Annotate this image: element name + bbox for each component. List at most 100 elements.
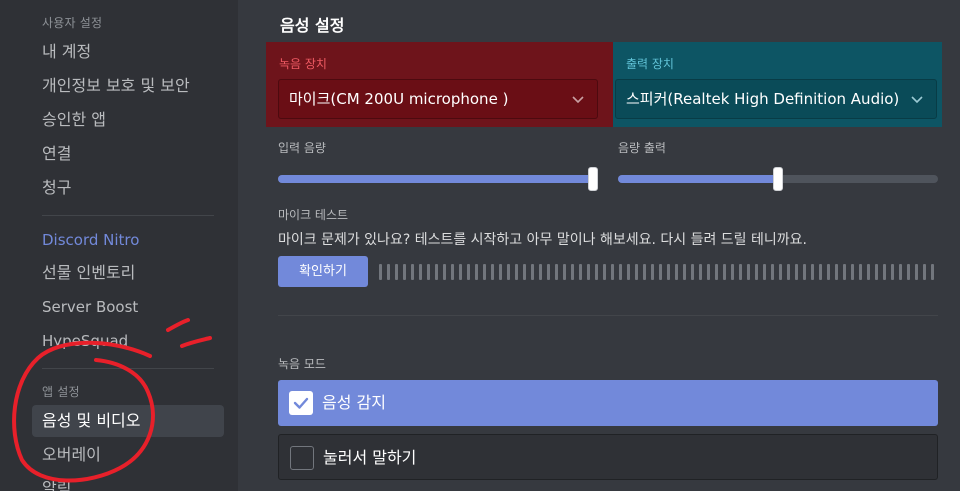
input-device-value: 마이크(CM 200U microphone ) — [289, 90, 509, 108]
input-mode-voice-activity[interactable]: 음성 감지 — [278, 380, 938, 426]
meter-bar — [731, 264, 734, 280]
meter-bar — [875, 264, 878, 280]
output-device-select[interactable]: 스피커(Realtek High Definition Audio) — [615, 79, 937, 119]
meter-bar — [563, 264, 566, 280]
checkbox-unchecked — [290, 446, 314, 470]
meter-bar — [747, 264, 750, 280]
checkmark-icon — [293, 397, 309, 409]
sidebar-item-connections[interactable]: 연결 — [32, 138, 224, 170]
meter-bar — [435, 264, 438, 280]
meter-bar — [427, 264, 430, 280]
input-device-label: 녹음 장치 — [279, 57, 327, 71]
meter-bar — [899, 264, 902, 280]
meter-bar — [451, 264, 454, 280]
meter-bar — [907, 264, 910, 280]
sidebar-item-privacy-safety[interactable]: 개인정보 보호 및 보안 — [32, 70, 224, 102]
meter-bar — [715, 264, 718, 280]
meter-bar — [659, 264, 662, 280]
mic-level-meter — [379, 264, 934, 280]
meter-bar — [787, 264, 790, 280]
meter-bar — [683, 264, 686, 280]
sidebar-item-authorized-apps[interactable]: 승인한 앱 — [32, 104, 224, 136]
sidebar-item-overlay[interactable]: 오버레이 — [32, 439, 224, 471]
meter-bar — [443, 264, 446, 280]
output-volume-fill — [618, 175, 778, 183]
meter-bar — [627, 264, 630, 280]
input-volume-handle[interactable] — [588, 167, 598, 191]
meter-bar — [723, 264, 726, 280]
sidebar-item-voice-video[interactable]: 음성 및 비디오 — [32, 405, 224, 437]
meter-bar — [667, 264, 670, 280]
meter-bar — [651, 264, 654, 280]
meter-bar — [867, 264, 870, 280]
sidebar-item-gift-inventory[interactable]: 선물 인벤토리 — [32, 257, 224, 289]
meter-bar — [819, 264, 822, 280]
sidebar-divider — [42, 368, 214, 369]
sidebar-item-my-account[interactable]: 내 계정 — [32, 36, 224, 68]
mic-test-button[interactable]: 확인하기 — [278, 256, 368, 287]
output-device-label: 출력 장치 — [626, 57, 674, 71]
meter-bar — [387, 264, 390, 280]
mic-test-label: 마이크 테스트 — [278, 208, 349, 222]
meter-bar — [403, 264, 406, 280]
meter-bar — [467, 264, 470, 280]
sidebar-item-notifications[interactable]: 알림 — [32, 473, 224, 491]
meter-bar — [771, 264, 774, 280]
input-mode-push-to-talk[interactable]: 눌러서 말하기 — [278, 434, 938, 480]
meter-bar — [883, 264, 886, 280]
meter-bar — [547, 264, 550, 280]
meter-bar — [475, 264, 478, 280]
section-divider — [278, 315, 938, 316]
voice-settings-panel: 음성 설정 녹음 장치 마이크(CM 200U microphone ) 출력 … — [238, 0, 960, 491]
meter-bar — [779, 264, 782, 280]
input-volume-fill — [278, 175, 593, 183]
meter-bar — [523, 264, 526, 280]
meter-bar — [635, 264, 638, 280]
meter-bar — [843, 264, 846, 280]
sidebar-item-discord-nitro[interactable]: Discord Nitro — [32, 224, 224, 256]
meter-bar — [891, 264, 894, 280]
sidebar-item-billing[interactable]: 청구 — [32, 172, 224, 204]
chevron-down-icon — [572, 96, 584, 104]
input-mode-option-label: 눌러서 말하기 — [323, 448, 417, 467]
meter-bar — [459, 264, 462, 280]
sidebar-item-hypesquad[interactable]: HypeSquad — [32, 325, 224, 357]
meter-bar — [611, 264, 614, 280]
meter-bar — [571, 264, 574, 280]
meter-bar — [691, 264, 694, 280]
meter-bar — [811, 264, 814, 280]
output-volume-slider[interactable] — [618, 167, 938, 191]
meter-bar — [395, 264, 398, 280]
output-device-panel: 출력 장치 스피커(Realtek High Definition Audio) — [613, 42, 942, 127]
meter-bar — [419, 264, 422, 280]
sidebar-item-server-boost[interactable]: Server Boost — [32, 291, 224, 323]
settings-sidebar: 사용자 설정 내 계정 개인정보 보호 및 보안 승인한 앱 연결 청구 Dis… — [0, 0, 238, 491]
meter-bar — [795, 264, 798, 280]
meter-bar — [515, 264, 518, 280]
meter-bar — [803, 264, 806, 280]
meter-bar — [603, 264, 606, 280]
meter-bar — [507, 264, 510, 280]
meter-bar — [499, 264, 502, 280]
meter-bar — [411, 264, 414, 280]
meter-bar — [739, 264, 742, 280]
meter-bar — [539, 264, 542, 280]
meter-bar — [619, 264, 622, 280]
meter-bar — [491, 264, 494, 280]
input-mode-option-label: 음성 감지 — [322, 393, 386, 412]
output-device-value: 스피커(Realtek High Definition Audio) — [626, 90, 900, 108]
meter-bar — [595, 264, 598, 280]
section-header-app-settings: 앱 설정 — [42, 385, 80, 399]
meter-bar — [675, 264, 678, 280]
input-mode-label: 녹음 모드 — [278, 357, 326, 371]
meter-bar — [555, 264, 558, 280]
output-volume-handle[interactable] — [773, 167, 783, 191]
input-volume-slider[interactable] — [278, 167, 598, 191]
meter-bar — [587, 264, 590, 280]
meter-bar — [859, 264, 862, 280]
meter-bar — [531, 264, 534, 280]
input-device-select[interactable]: 마이크(CM 200U microphone ) — [278, 79, 598, 119]
meter-bar — [643, 264, 646, 280]
meter-bar — [851, 264, 854, 280]
section-header-user-settings: 사용자 설정 — [42, 16, 103, 30]
